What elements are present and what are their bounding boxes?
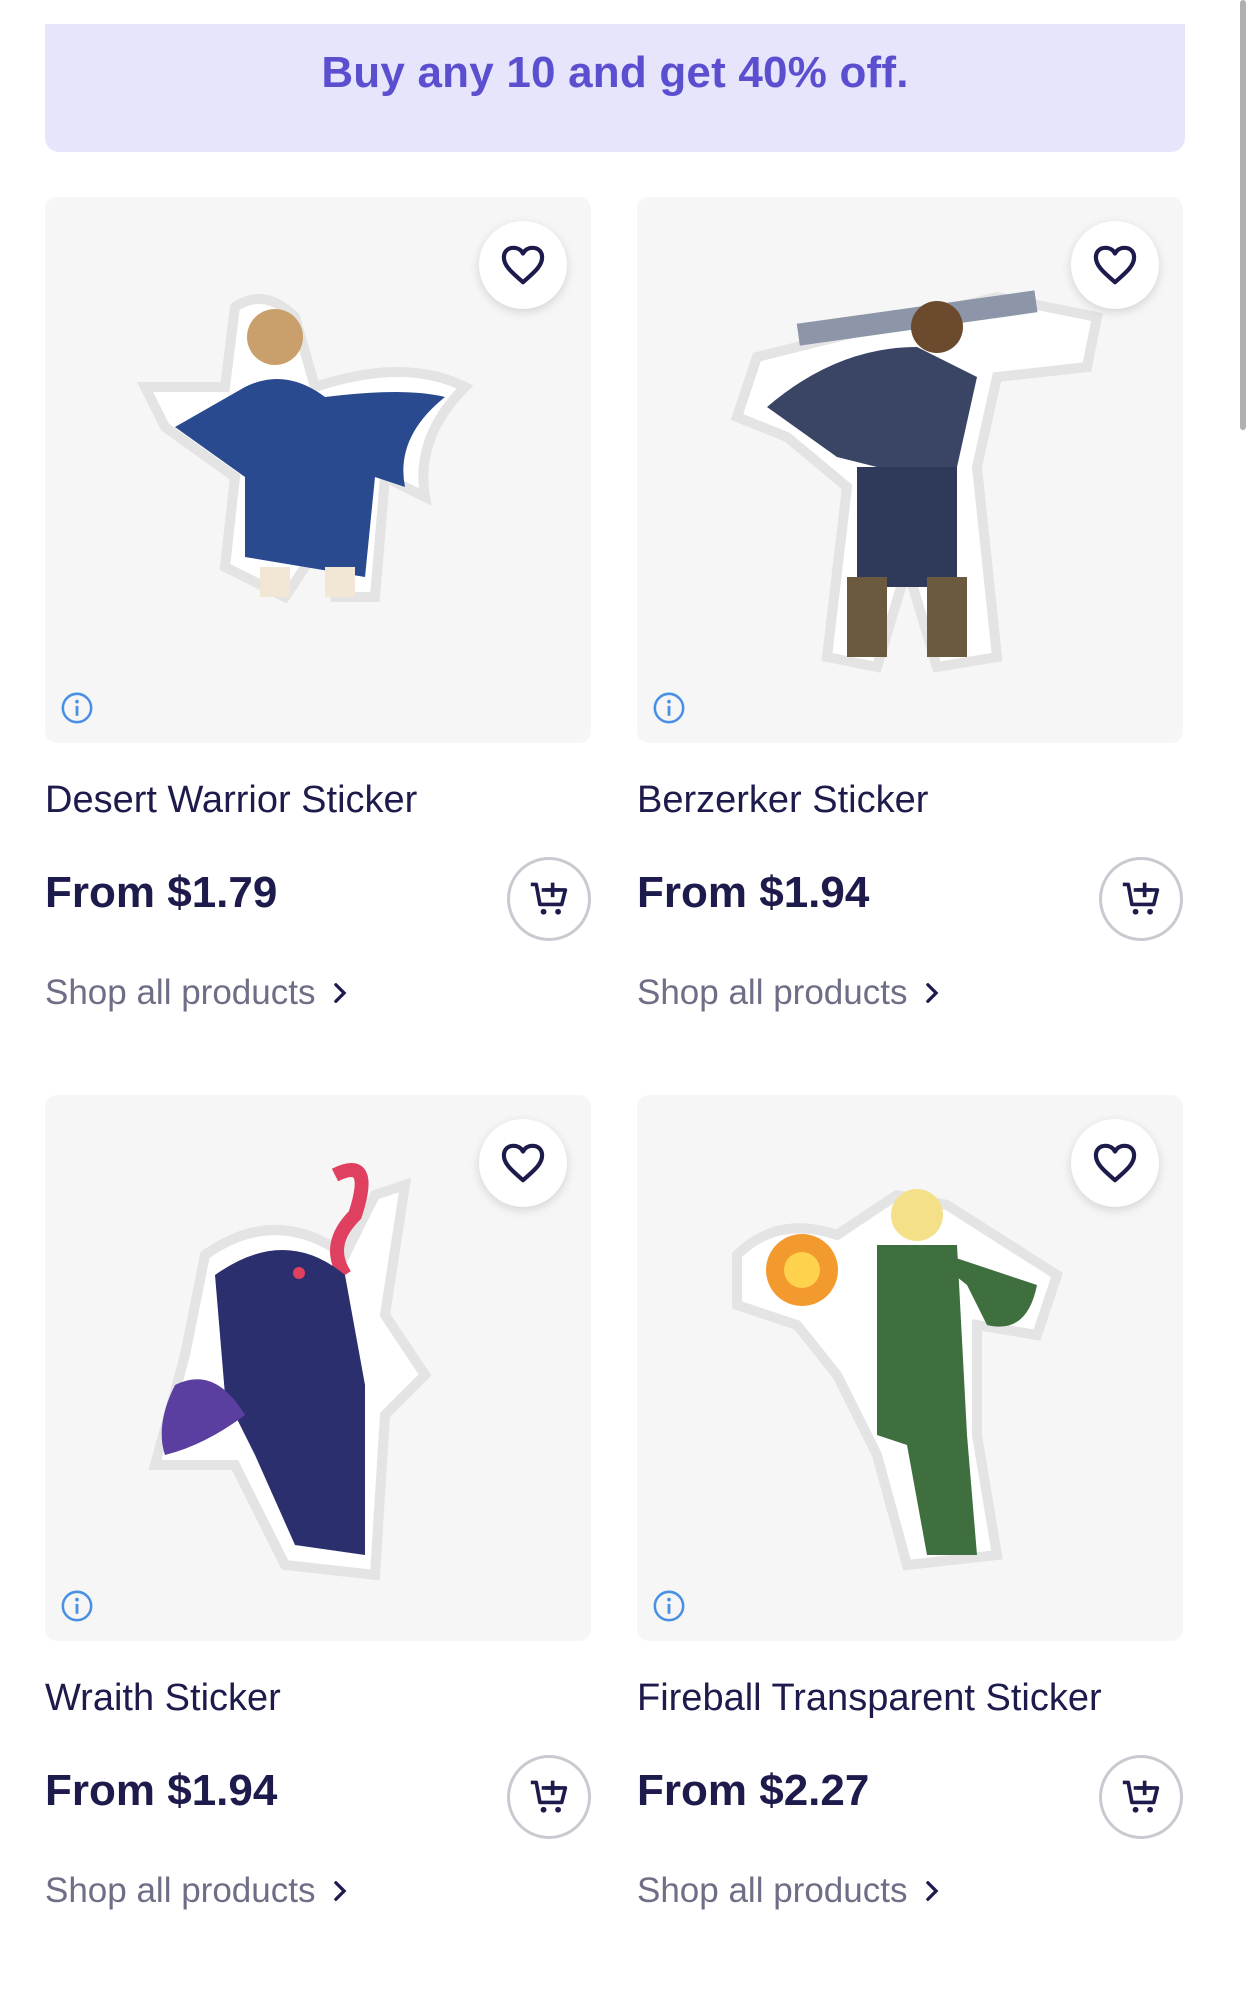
product-image[interactable] (637, 1095, 1183, 1641)
product-card[interactable]: Wraith Sticker From $1.94 Shop all produ… (45, 1095, 591, 1911)
add-to-cart-button[interactable] (1099, 1755, 1183, 1839)
heart-icon (501, 1143, 545, 1183)
scrollbar[interactable] (1240, 0, 1246, 430)
product-card[interactable]: Fireball Transparent Sticker From $2.27 … (637, 1095, 1183, 1911)
product-image[interactable] (637, 197, 1183, 743)
sticker-illustration (136, 294, 474, 604)
product-price: From $2.27 (637, 1766, 870, 1815)
product-title[interactable]: Wraith Sticker (45, 1675, 591, 1721)
favorite-button[interactable] (479, 1119, 567, 1207)
info-icon[interactable] (60, 1589, 94, 1623)
shop-all-label: Shop all products (637, 1871, 908, 1910)
product-price: From $1.94 (637, 868, 870, 917)
promo-banner: Buy any 10 and get 40% off. (45, 24, 1185, 152)
sticker-illustration (732, 1189, 1063, 1571)
promo-text: Buy any 10 and get 40% off. (321, 48, 909, 97)
shop-all-label: Shop all products (45, 1871, 316, 1910)
shop-all-link[interactable]: Shop all products (45, 1871, 591, 1911)
chevron-right-icon (926, 1881, 939, 1901)
product-image[interactable] (45, 197, 591, 743)
add-to-cart-button[interactable] (1099, 857, 1183, 941)
info-icon[interactable] (652, 1589, 686, 1623)
chevron-right-icon (334, 983, 347, 1003)
product-title[interactable]: Berzerker Sticker (637, 777, 1183, 823)
add-to-cart-button[interactable] (507, 1755, 591, 1839)
favorite-button[interactable] (1071, 221, 1159, 309)
product-image[interactable] (45, 1095, 591, 1641)
heart-icon (1093, 1143, 1137, 1183)
shop-all-link[interactable]: Shop all products (637, 1871, 1183, 1911)
favorite-button[interactable] (1071, 1119, 1159, 1207)
product-card[interactable]: Desert Warrior Sticker From $1.79 Shop a… (45, 197, 591, 1013)
shop-all-label: Shop all products (637, 973, 908, 1012)
shop-all-label: Shop all products (45, 973, 316, 1012)
shop-all-link[interactable]: Shop all products (637, 973, 1183, 1013)
add-to-cart-icon (530, 882, 568, 915)
product-price: From $1.79 (45, 868, 278, 917)
sticker-illustration (148, 1163, 432, 1581)
info-icon[interactable] (60, 691, 94, 725)
add-to-cart-icon (530, 1780, 568, 1813)
chevron-right-icon (926, 983, 939, 1003)
product-price: From $1.94 (45, 1766, 278, 1815)
chevron-right-icon (334, 1881, 347, 1901)
add-to-cart-icon (1122, 882, 1160, 915)
shop-all-link[interactable]: Shop all products (45, 973, 591, 1013)
favorite-button[interactable] (479, 221, 567, 309)
heart-icon (501, 245, 545, 285)
heart-icon (1093, 245, 1137, 285)
sticker-illustration (730, 290, 1103, 673)
add-to-cart-icon (1122, 1780, 1160, 1813)
product-card[interactable]: Berzerker Sticker From $1.94 Shop all pr… (637, 197, 1183, 1013)
product-title[interactable]: Fireball Transparent Sticker (637, 1675, 1183, 1721)
info-icon[interactable] (652, 691, 686, 725)
add-to-cart-button[interactable] (507, 857, 591, 941)
product-title[interactable]: Desert Warrior Sticker (45, 777, 591, 823)
